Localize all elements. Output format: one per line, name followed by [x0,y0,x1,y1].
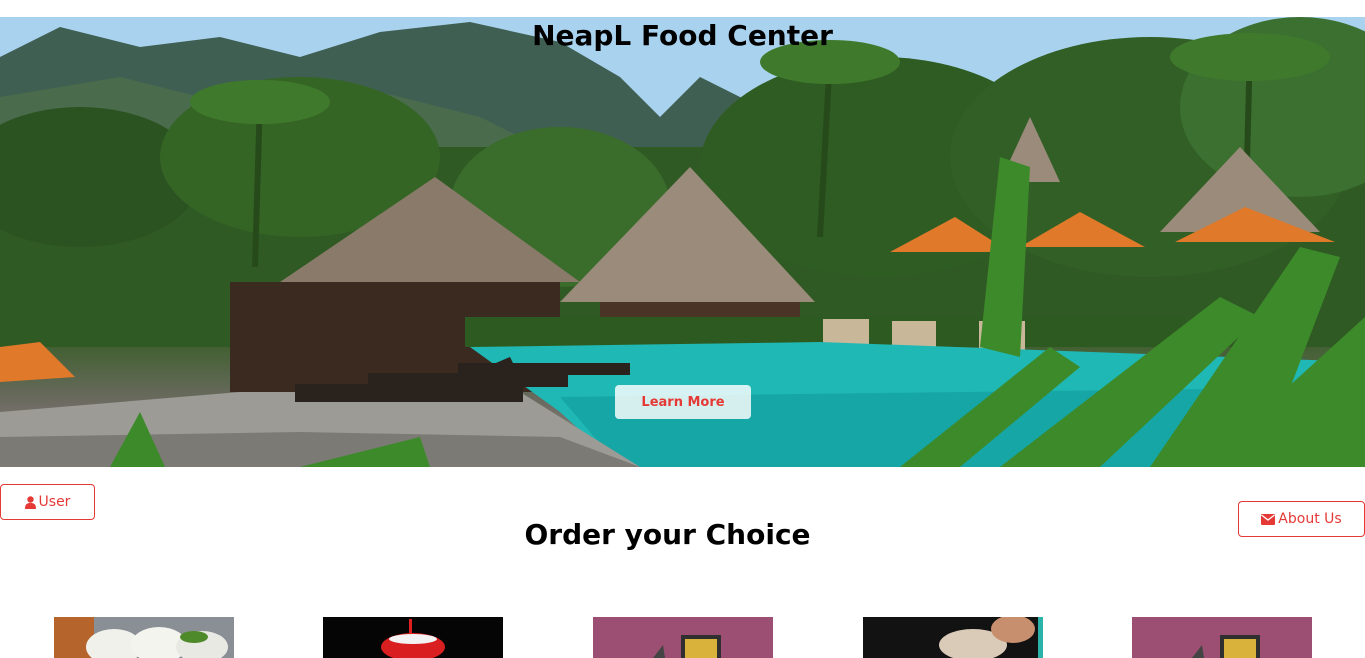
hero-banner: NeapL Food Center Learn More [0,17,1365,467]
idli-plate-image [54,617,234,658]
page: NeapL Food Center Learn More User About … [0,0,1365,658]
food-card-dumpling[interactable] [863,617,1043,658]
snack-package-image [1132,617,1312,658]
snack-package-image [593,617,773,658]
user-button-label: User [38,494,71,510]
user-button[interactable]: User [0,484,95,520]
food-card-snack-2[interactable] [1132,617,1312,658]
site-title: NeapL Food Center [532,19,833,52]
dumpling-hand-image [863,617,1043,658]
soft-drink-image [323,617,503,658]
food-card-drink[interactable] [323,617,503,658]
food-card-idli[interactable] [54,617,234,658]
food-card-snack-1[interactable] [593,617,773,658]
learn-more-button[interactable]: Learn More [615,385,751,419]
user-icon [24,495,36,509]
section-heading: Order your Choice [524,518,811,551]
